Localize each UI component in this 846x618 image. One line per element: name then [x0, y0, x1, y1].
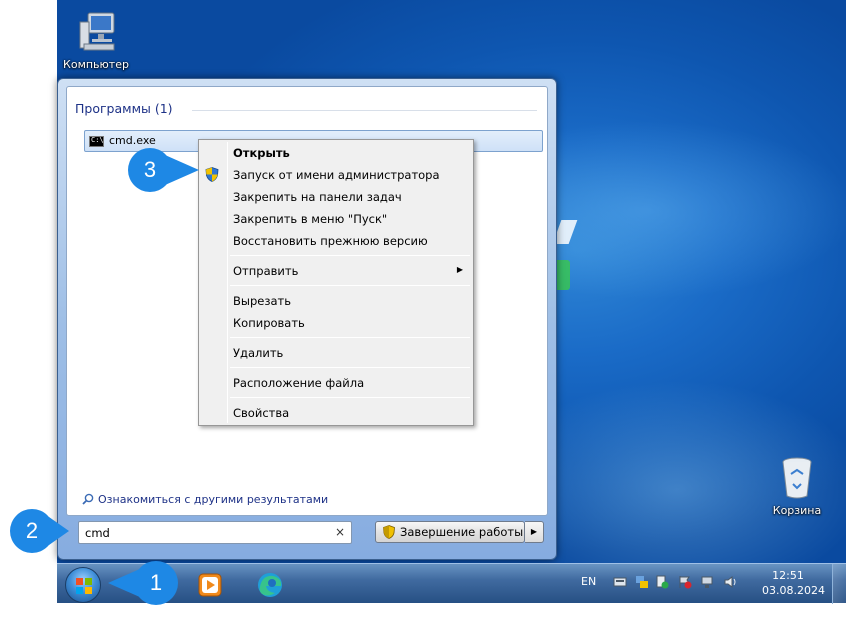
- context-item-pin-start[interactable]: Закрепить в меню "Пуск": [233, 209, 387, 229]
- callout-number: 1: [149, 570, 163, 595]
- context-item-send-to[interactable]: Отправить: [233, 261, 298, 281]
- context-separator: [230, 337, 470, 338]
- context-item-run-as-admin[interactable]: Запуск от имени администратора: [233, 165, 440, 185]
- uac-shield-icon: [205, 167, 219, 182]
- magnifier-icon: [82, 493, 94, 505]
- desktop-icon-recycle-bin[interactable]: Корзина: [757, 456, 837, 517]
- uac-shield-icon: [383, 525, 395, 539]
- media-player-icon: [198, 573, 222, 597]
- computer-icon: [76, 10, 116, 54]
- context-item-delete[interactable]: Удалить: [233, 343, 283, 363]
- keyboard-icon[interactable]: [613, 575, 627, 589]
- context-separator: [230, 397, 470, 398]
- clock-time: 12:51: [772, 569, 804, 582]
- context-item-restore-previous[interactable]: Восстановить прежнюю версию: [233, 231, 428, 251]
- context-item-properties[interactable]: Свойства: [233, 403, 289, 423]
- callout-step-2: 2: [9, 508, 69, 554]
- context-item-copy[interactable]: Копировать: [233, 313, 305, 333]
- start-search-box[interactable]: ×: [78, 521, 352, 544]
- volume-icon[interactable]: [723, 575, 737, 589]
- cmd-icon: C:\: [89, 136, 104, 147]
- clock-date: 03.08.2024: [762, 584, 825, 597]
- context-separator: [230, 255, 470, 256]
- shutdown-options-button[interactable]: ▶: [525, 521, 544, 543]
- context-separator: [230, 367, 470, 368]
- desktop-icon-label: Корзина: [772, 504, 822, 517]
- recycle-bin-icon: [777, 456, 817, 500]
- action-center-icon[interactable]: [655, 575, 669, 589]
- search-input[interactable]: [85, 525, 325, 541]
- desktop-icon-computer[interactable]: Компьютер: [57, 10, 136, 71]
- windows-logo-icon: [76, 578, 92, 594]
- desktop-icon-label: Компьютер: [63, 58, 129, 71]
- callout-step-3: 3: [127, 147, 199, 193]
- network-share-icon[interactable]: [635, 575, 649, 589]
- show-desktop-button[interactable]: [832, 564, 846, 604]
- context-menu: Открыть Запуск от имени администратора З…: [198, 139, 474, 426]
- security-flag-icon[interactable]: [678, 575, 692, 589]
- shutdown-button[interactable]: Завершение работы: [375, 521, 525, 543]
- language-indicator[interactable]: EN: [581, 575, 596, 588]
- callout-step-1: 1: [108, 560, 188, 606]
- taskbar-edge[interactable]: [242, 567, 298, 602]
- context-menu-gutter: [227, 142, 228, 423]
- callout-number: 3: [143, 157, 157, 182]
- more-results-label: Ознакомиться с другими результатами: [98, 493, 329, 506]
- shutdown-label: Завершение работы: [400, 525, 524, 539]
- callout-number: 2: [25, 518, 39, 543]
- group-divider: [192, 110, 537, 111]
- context-item-open[interactable]: Открыть: [233, 143, 290, 163]
- context-item-pin-taskbar[interactable]: Закрепить на панели задач: [233, 187, 402, 207]
- more-results-link[interactable]: Ознакомиться с другими результатами: [82, 493, 328, 506]
- context-item-file-location[interactable]: Расположение файла: [233, 373, 364, 393]
- taskbar-media-player[interactable]: [183, 567, 239, 602]
- search-result-label: cmd.exe: [109, 134, 156, 147]
- network-icon[interactable]: [700, 575, 714, 589]
- submenu-arrow-icon: ▶: [456, 265, 463, 274]
- start-button[interactable]: [65, 567, 101, 603]
- context-item-cut[interactable]: Вырезать: [233, 291, 291, 311]
- results-group-title[interactable]: Программы (1): [75, 101, 173, 116]
- clock[interactable]: 12:51 03.08.2024: [762, 568, 825, 598]
- edge-icon: [258, 573, 282, 597]
- context-separator: [230, 285, 470, 286]
- clear-search-icon[interactable]: ×: [335, 525, 345, 539]
